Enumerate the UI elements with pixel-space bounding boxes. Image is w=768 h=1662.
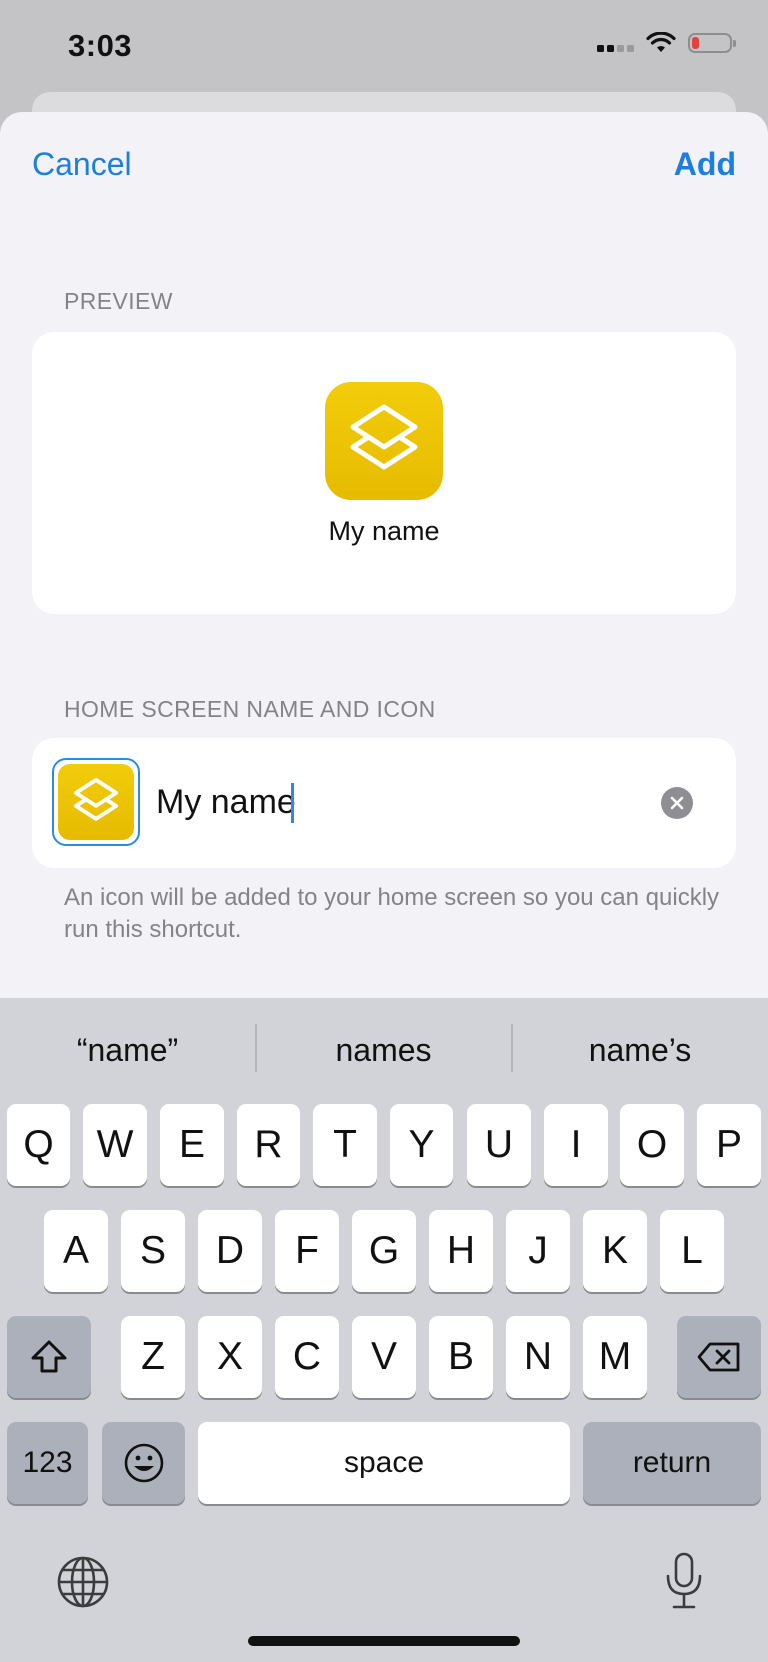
delete-key[interactable] <box>677 1316 761 1398</box>
status-icons <box>597 32 736 54</box>
cancel-button[interactable]: Cancel <box>32 146 132 183</box>
key-r[interactable]: R <box>237 1104 300 1186</box>
suggestion-2[interactable]: names <box>256 998 511 1102</box>
clear-text-button[interactable] <box>661 787 693 819</box>
home-indicator[interactable] <box>248 1636 520 1646</box>
shift-icon <box>31 1340 67 1373</box>
cellular-signal-icon <box>597 35 634 52</box>
layers-icon <box>73 778 119 821</box>
key-b[interactable]: B <box>429 1316 493 1398</box>
key-o[interactable]: O <box>620 1104 684 1186</box>
close-icon <box>670 796 684 810</box>
key-k[interactable]: K <box>583 1210 647 1292</box>
helper-text: An icon will be added to your home scree… <box>64 884 720 943</box>
key-t[interactable]: T <box>313 1104 377 1186</box>
battery-icon <box>688 33 736 53</box>
preview-app-name: My name <box>328 516 440 546</box>
return-key[interactable]: return <box>583 1422 761 1504</box>
key-e[interactable]: E <box>160 1104 224 1186</box>
dictation-button[interactable] <box>664 1552 704 1610</box>
key-w[interactable]: W <box>83 1104 147 1186</box>
backspace-icon <box>697 1342 740 1372</box>
key-x[interactable]: X <box>198 1316 262 1398</box>
text-cursor <box>291 783 294 823</box>
emoji-icon <box>124 1443 163 1483</box>
key-l[interactable]: L <box>660 1210 724 1292</box>
icon-picker-button[interactable] <box>52 758 140 846</box>
key-i[interactable]: I <box>544 1104 608 1186</box>
numbers-key[interactable]: 123 <box>7 1422 88 1504</box>
status-bar: 3:03 <box>0 0 768 100</box>
shortcut-icon <box>58 764 134 840</box>
microphone-icon <box>666 1552 702 1609</box>
key-y[interactable]: Y <box>390 1104 453 1186</box>
home-screen-section-label: HOME SCREEN NAME AND ICON <box>64 696 436 722</box>
suggestion-1[interactable]: “name” <box>0 998 255 1102</box>
key-j[interactable]: J <box>506 1210 570 1292</box>
key-n[interactable]: N <box>506 1316 570 1398</box>
key-q[interactable]: Q <box>7 1104 70 1186</box>
suggestion-3[interactable]: name’s <box>512 998 768 1102</box>
globe-icon <box>57 1556 109 1608</box>
key-g[interactable]: G <box>352 1210 416 1292</box>
key-v[interactable]: V <box>352 1316 416 1398</box>
key-u[interactable]: U <box>467 1104 531 1186</box>
key-c[interactable]: C <box>275 1316 339 1398</box>
key-z[interactable]: Z <box>121 1316 185 1398</box>
key-s[interactable]: S <box>121 1210 185 1292</box>
key-h[interactable]: H <box>429 1210 493 1292</box>
key-f[interactable]: F <box>275 1210 339 1292</box>
home-screen-name-input[interactable] <box>156 780 636 824</box>
layers-icon <box>350 404 418 470</box>
space-key[interactable]: space <box>198 1422 570 1504</box>
keyboard: “name” names name’s Q W E R T Y U I O P … <box>0 998 768 1662</box>
key-m[interactable]: M <box>583 1316 647 1398</box>
shortcuts-app-icon <box>325 382 443 500</box>
add-button[interactable]: Add <box>674 146 736 183</box>
globe-button[interactable] <box>56 1555 110 1609</box>
shift-key[interactable] <box>7 1316 91 1398</box>
key-a[interactable]: A <box>44 1210 108 1292</box>
wifi-icon <box>646 32 676 52</box>
key-d[interactable]: D <box>198 1210 262 1292</box>
status-time: 3:03 <box>68 28 133 63</box>
key-p[interactable]: P <box>697 1104 761 1186</box>
preview-section-label: PREVIEW <box>64 288 173 314</box>
emoji-key[interactable] <box>102 1422 185 1504</box>
